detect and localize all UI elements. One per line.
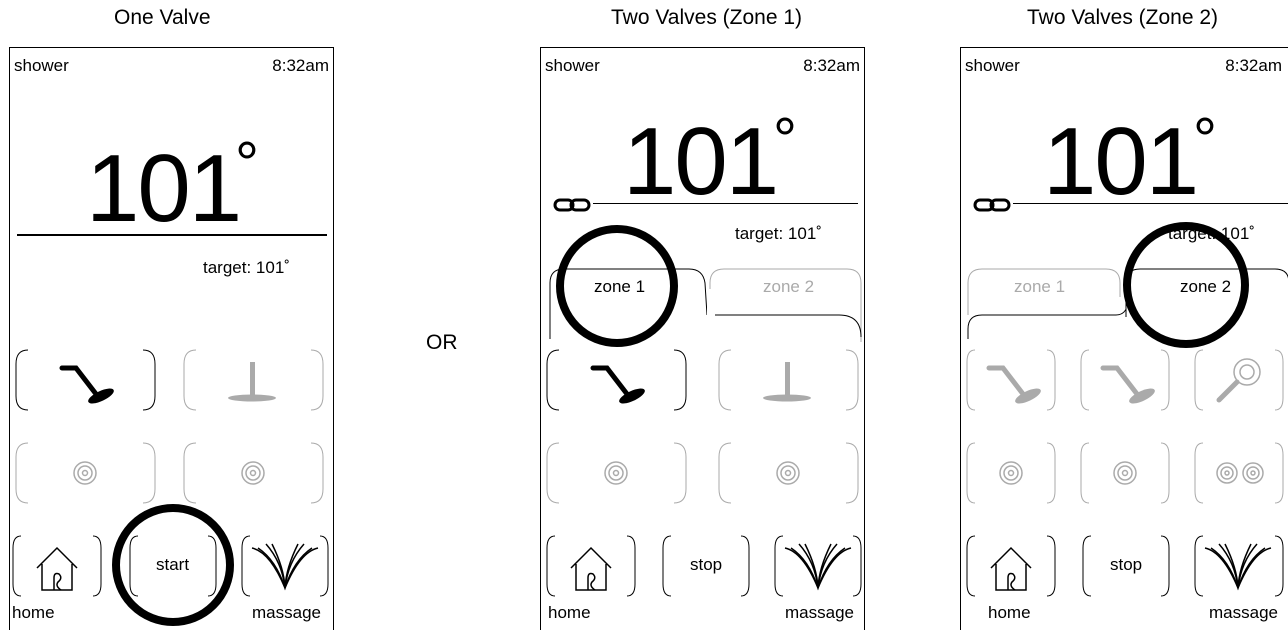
title-two-valves-zone-2: Two Valves (Zone 2) (1027, 6, 1219, 29)
home-label: home (548, 603, 591, 622)
temperature-rule (1013, 203, 1288, 204)
panel-two-valves-zone-1: shower 8:32am 101 ° target: 101˚ zone 1 … (540, 47, 865, 630)
massage-button[interactable] (1193, 534, 1285, 598)
massage-icon (784, 543, 852, 591)
home-button[interactable] (965, 534, 1057, 598)
status-label: shower (965, 56, 1020, 75)
massage-label: massage (252, 603, 321, 622)
zone-2-highlight-circle (1123, 222, 1249, 348)
or-label: OR (426, 331, 458, 354)
status-time: 8:32am (1225, 56, 1282, 75)
handshower-button-1[interactable] (965, 348, 1057, 412)
degree-symbol: ° (1193, 106, 1217, 173)
link-icon (973, 198, 1011, 212)
current-temperature: 101 (1043, 108, 1199, 215)
panel-two-valves-zone-2: shower 8:32am 101 ° target: 101˚ zone 1 … (960, 47, 1288, 630)
status-time: 8:32am (803, 56, 860, 75)
handshower-icon (986, 365, 1041, 404)
handshower-icon (1100, 365, 1155, 404)
rainhead-icon (228, 362, 276, 402)
massage-label: massage (785, 603, 854, 622)
title-one-valve: One Valve (114, 6, 211, 29)
home-icon (990, 546, 1032, 591)
start-highlight-circle (112, 504, 234, 626)
degree-symbol: ° (235, 130, 259, 197)
handshower-icon (590, 365, 645, 404)
massage-icon (251, 543, 319, 591)
handshower-button-2[interactable] (1079, 348, 1171, 412)
bodyspray-pair-button[interactable] (1193, 441, 1288, 505)
bodyspray-button-1[interactable] (965, 441, 1057, 505)
bodyspray-icon (73, 461, 97, 485)
bodyspray-button-2[interactable] (717, 441, 860, 505)
rainhead-button[interactable] (182, 348, 325, 412)
status-label: shower (14, 56, 69, 75)
home-icon (570, 546, 612, 591)
bodyspray-button-1[interactable] (14, 441, 157, 505)
stop-label: stop (1110, 555, 1143, 574)
panel-one-valve: shower 8:32am 101 ° target: 101˚ home st… (9, 47, 334, 630)
temperature-rule (593, 203, 858, 204)
home-button[interactable] (11, 534, 103, 598)
status-time: 8:32am (272, 56, 329, 75)
target-temperature: target: 101˚ (203, 258, 290, 277)
stop-button[interactable]: stop (1081, 534, 1171, 598)
handheld-spray-button[interactable] (1193, 348, 1288, 412)
tab-zone-2[interactable]: zone 2 (709, 267, 867, 342)
handshower-icon (59, 365, 114, 404)
target-temperature: target: 101˚ (735, 224, 822, 243)
tab-zone-1[interactable]: zone 1 (966, 267, 1126, 342)
bodyspray-button-2[interactable] (182, 441, 325, 505)
bodyspray-icon (241, 461, 265, 485)
status-label: shower (545, 56, 600, 75)
degree-symbol: ° (773, 106, 797, 173)
handheld-spray-icon (1216, 358, 1261, 403)
handshower-button[interactable] (14, 348, 157, 412)
handshower-button[interactable] (545, 348, 688, 412)
zone-1-highlight-circle (556, 225, 678, 347)
home-label: home (988, 603, 1031, 622)
bodyspray-button-2[interactable] (1079, 441, 1171, 505)
current-temperature: 101 (86, 135, 242, 242)
bodyspray-icon (604, 461, 628, 485)
massage-button[interactable] (773, 534, 863, 598)
current-temperature: 101 (623, 108, 779, 215)
bodyspray-icon (1113, 461, 1137, 485)
temperature-rule (17, 234, 327, 236)
home-label: home (12, 603, 55, 622)
bodyspray-icon (999, 461, 1023, 485)
massage-icon (1204, 543, 1272, 591)
zone-1-label: zone 1 (1014, 277, 1066, 296)
stop-button[interactable]: stop (661, 534, 751, 598)
bodyspray-icon (776, 461, 800, 485)
link-icon (553, 198, 591, 212)
home-button[interactable] (545, 534, 637, 598)
bodyspray-button-1[interactable] (545, 441, 688, 505)
stop-label: stop (690, 555, 723, 574)
title-two-valves-zone-1: Two Valves (Zone 1) (611, 6, 803, 29)
rainhead-button[interactable] (717, 348, 860, 412)
bodyspray-pair-icon (1216, 462, 1264, 484)
zone-2-label: zone 2 (763, 277, 815, 296)
rainhead-icon (763, 362, 811, 402)
massage-button[interactable] (240, 534, 330, 598)
massage-label: massage (1209, 603, 1278, 622)
home-icon (36, 546, 78, 591)
